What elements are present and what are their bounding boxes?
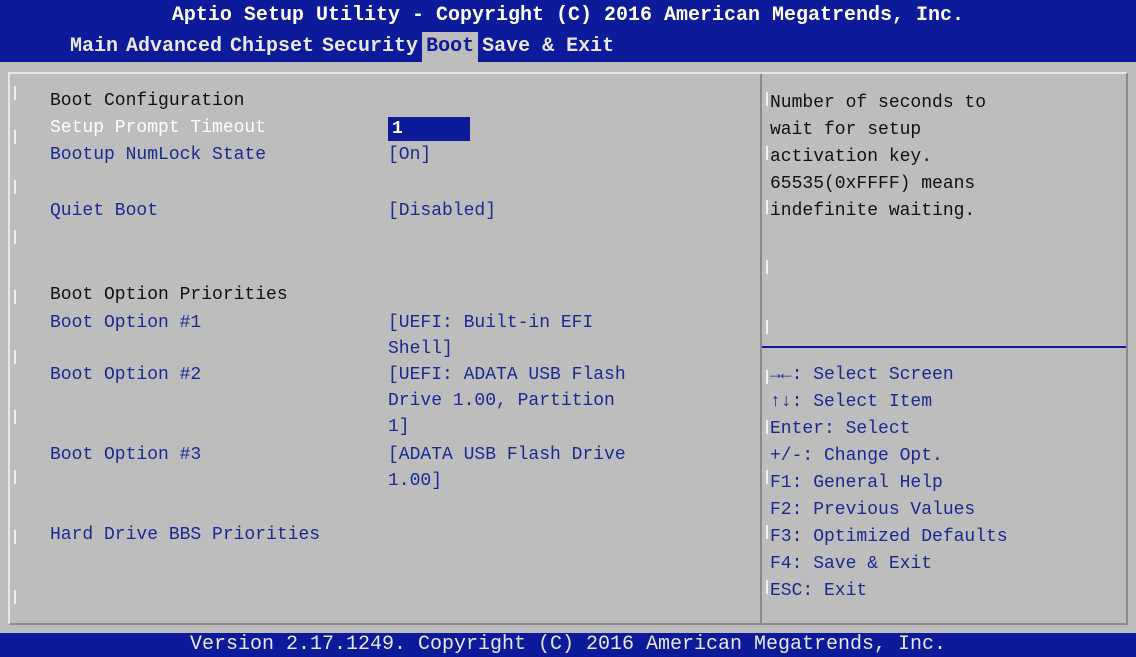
tab-chipset[interactable]: Chipset [226, 32, 318, 62]
panel-divider [760, 74, 762, 623]
key-save-exit: F4: Save & Exit [770, 554, 933, 574]
tab-save-exit[interactable]: Save & Exit [478, 32, 618, 62]
boot-option-2-value-line2[interactable]: Drive 1.00, Partition [388, 388, 615, 414]
key-optimized-defaults: F3: Optimized Defaults [770, 527, 1008, 547]
menu-bar: Main Advanced Chipset Security Boot Save… [66, 32, 618, 62]
border-tick [14, 530, 16, 544]
help-divider [762, 346, 1126, 348]
border-tick [766, 370, 768, 384]
border-tick [14, 470, 16, 484]
app-title: Aptio Setup Utility - Copyright (C) 2016… [171, 4, 965, 27]
help-line-1: Number of seconds to [770, 93, 987, 113]
section-boot-option-priorities: Boot Option Priorities [50, 285, 288, 305]
border-tick [766, 146, 768, 160]
border-tick [766, 420, 768, 434]
help-line-4: 65535(0xFFFF) means [770, 174, 976, 194]
border-tick [14, 86, 16, 100]
border-tick [766, 580, 768, 594]
border-tick [14, 230, 16, 244]
help-line-3: activation key. [770, 147, 933, 167]
key-select-screen: →←: Select Screen [770, 365, 954, 385]
boot-option-2-value-line3[interactable]: 1] [388, 414, 410, 440]
border-tick [14, 590, 16, 604]
quiet-boot-value[interactable]: [Disabled] [388, 198, 496, 224]
help-line-5: indefinite waiting. [770, 201, 976, 221]
key-select-item: ↑↓: Select Item [770, 392, 933, 412]
key-general-help: F1: General Help [770, 473, 943, 493]
bootup-numlock-label[interactable]: Bootup NumLock State [50, 142, 266, 168]
setup-prompt-timeout-input[interactable]: 1 [388, 117, 470, 141]
boot-option-1-value-line1[interactable]: [UEFI: Built-in EFI [388, 310, 593, 336]
boot-option-2-value-line1[interactable]: [UEFI: ADATA USB Flash [388, 362, 626, 388]
key-enter-select: Enter: Select [770, 419, 911, 439]
border-tick [14, 290, 16, 304]
section-boot-configuration: Boot Configuration [50, 91, 245, 111]
bootup-numlock-value[interactable]: [On] [388, 142, 431, 168]
boot-option-3-label[interactable]: Boot Option #3 [50, 442, 201, 468]
key-previous-values: F2: Previous Values [770, 500, 976, 520]
border-tick [766, 525, 768, 539]
boot-option-1-label[interactable]: Boot Option #1 [50, 310, 201, 336]
boot-option-1-value-line2[interactable]: Shell] [388, 336, 453, 362]
hard-drive-bbs-priorities[interactable]: Hard Drive BBS Priorities [50, 522, 320, 548]
border-tick [766, 470, 768, 484]
boot-option-3-value-line2[interactable]: 1.00] [388, 468, 442, 494]
border-tick [14, 350, 16, 364]
title-bar: Aptio Setup Utility - Copyright (C) 2016… [0, 0, 1136, 62]
tab-security[interactable]: Security [318, 32, 422, 62]
setup-prompt-timeout-label[interactable]: Setup Prompt Timeout [50, 115, 266, 141]
quiet-boot-label[interactable]: Quiet Boot [50, 198, 158, 224]
border-tick [766, 320, 768, 334]
tab-advanced[interactable]: Advanced [122, 32, 226, 62]
tab-boot[interactable]: Boot [422, 32, 479, 62]
border-tick [766, 92, 768, 106]
tab-main[interactable]: Main [66, 32, 122, 62]
help-line-2: wait for setup [770, 120, 922, 140]
border-tick [14, 130, 16, 144]
boot-option-2-label[interactable]: Boot Option #2 [50, 362, 201, 388]
border-tick [766, 260, 768, 274]
key-change-opt: +/-: Change Opt. [770, 446, 943, 466]
key-esc-exit: ESC: Exit [770, 581, 868, 601]
border-tick [766, 200, 768, 214]
border-tick [14, 410, 16, 424]
boot-option-3-value-line1[interactable]: [ADATA USB Flash Drive [388, 442, 626, 468]
border-tick [14, 180, 16, 194]
version-footer: Version 2.17.1249. Copyright (C) 2016 Am… [0, 633, 1136, 657]
